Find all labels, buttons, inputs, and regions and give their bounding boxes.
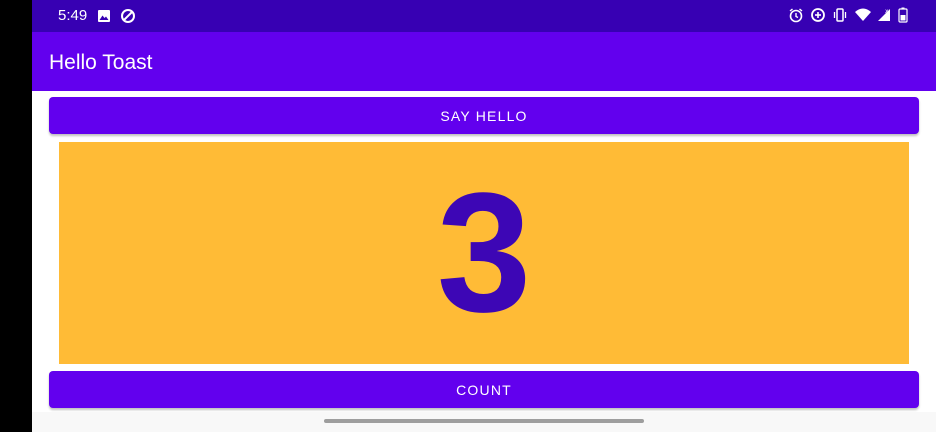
- app-title: Hello Toast: [49, 51, 153, 74]
- data-saver-plus-icon: [810, 7, 826, 23]
- count-button[interactable]: COUNT: [49, 371, 919, 408]
- gesture-handle[interactable]: [324, 419, 644, 423]
- cell-signal-icon: x: [876, 7, 892, 23]
- vibrate-icon: [832, 7, 848, 23]
- status-right-icons: x: [788, 7, 914, 23]
- app-screen: 5:49 x Hello Toast SAY HELLO 3 COUNT: [32, 0, 936, 432]
- wifi-icon: [854, 7, 871, 23]
- svg-text:x: x: [885, 8, 889, 15]
- battery-icon: [898, 7, 914, 23]
- left-screen-edge: [0, 0, 32, 432]
- status-bar: 5:49 x: [32, 0, 936, 32]
- alarm-icon: [788, 7, 804, 23]
- status-left-icons: [96, 8, 136, 24]
- app-bar: Hello Toast: [32, 32, 936, 91]
- say-hello-button[interactable]: SAY HELLO: [49, 97, 919, 134]
- image-icon: [96, 8, 112, 24]
- data-saver-icon: [120, 8, 136, 24]
- navigation-bar: [32, 412, 936, 432]
- status-time: 5:49: [58, 7, 88, 24]
- count-display: 3: [59, 142, 909, 364]
- count-value: 3: [436, 158, 532, 348]
